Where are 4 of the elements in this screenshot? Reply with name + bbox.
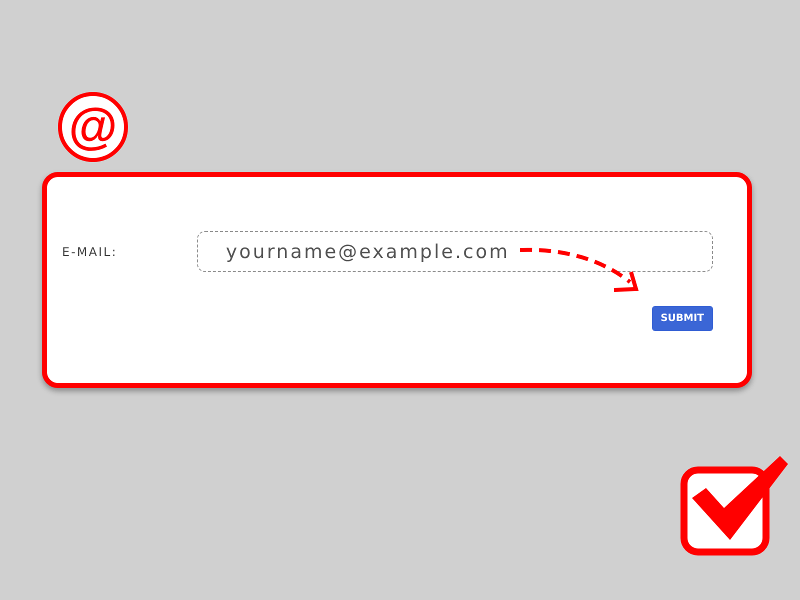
submit-button[interactable]: SUBMIT bbox=[652, 306, 713, 331]
email-label: E-MAIL: bbox=[62, 244, 118, 258]
at-sign-badge: @ bbox=[58, 92, 128, 162]
email-field[interactable]: yourname@example.com bbox=[196, 231, 713, 272]
